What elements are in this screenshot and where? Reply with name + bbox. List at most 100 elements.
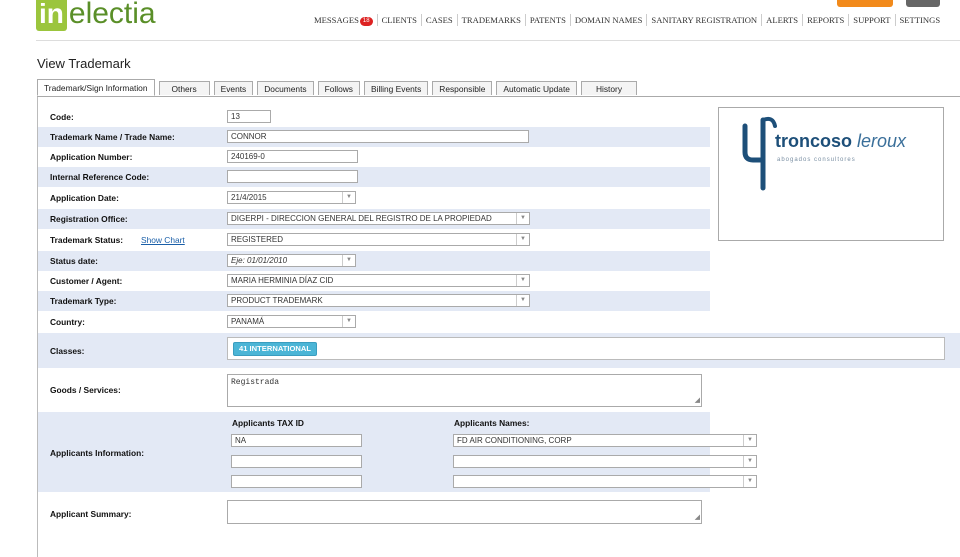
resize-grip-icon[interactable]: ◢	[695, 515, 700, 522]
registration-office-label: Registration Office:	[50, 214, 128, 224]
classes-label: Classes:	[50, 346, 85, 356]
chevron-down-icon: ▼	[516, 213, 529, 224]
nav-trademarks[interactable]: TRADEMARKS	[456, 14, 525, 26]
logo-text: electia	[68, 0, 156, 30]
code-field[interactable]: 13	[227, 110, 271, 123]
status-date-select[interactable]: Eje: 01/01/2010 ▼	[227, 254, 356, 267]
show-chart-link[interactable]: Show Chart	[141, 235, 185, 245]
application-date-label: Application Date:	[50, 193, 119, 203]
messages-count-badge: 18	[359, 16, 373, 26]
trademark-name-field[interactable]: CONNOR	[227, 130, 529, 143]
applicants-tax-header: Applicants TAX ID	[232, 418, 304, 428]
chevron-down-icon: ▼	[743, 435, 756, 446]
tab-events[interactable]: Events	[213, 81, 254, 95]
application-number-field[interactable]: 240169-0	[227, 150, 358, 163]
tab-billing-events[interactable]: Billing Events	[364, 81, 429, 95]
application-date-value: 21/4/2015	[231, 193, 267, 202]
logo-box: in	[36, 0, 67, 31]
goods-textarea[interactable]: Registrada ◢	[227, 374, 702, 407]
status-date-label: Status date:	[50, 256, 98, 266]
status-value: REGISTERED	[231, 235, 284, 244]
status-label: Trademark Status:	[50, 235, 124, 245]
applicants-names-header: Applicants Names:	[454, 418, 530, 428]
internal-reference-label: Internal Reference Code:	[50, 172, 150, 182]
application-number-label: Application Number:	[50, 152, 133, 162]
chevron-down-icon: ▼	[516, 295, 529, 306]
row-status: Trademark Status: Show Chart REGISTERED ▼	[38, 229, 710, 251]
customer-label: Customer / Agent:	[50, 276, 123, 286]
nav-settings[interactable]: SETTINGS	[894, 14, 945, 26]
applicant-name-select-3[interactable]: ▼	[453, 475, 757, 488]
country-select[interactable]: PANAMÁ ▼	[227, 315, 356, 328]
chevron-down-icon: ▼	[342, 255, 355, 266]
applicants-label: Applicants Information:	[50, 448, 144, 458]
customer-select[interactable]: MARIA HERMINIA DÍAZ CID ▼	[227, 274, 530, 287]
applicant-tax-field-3[interactable]	[231, 475, 362, 488]
nav-sanitary-registration[interactable]: SANITARY REGISTRATION	[646, 14, 761, 26]
row-goods: Goods / Services: Registrada ◢	[38, 368, 710, 412]
main-nav: MESSAGES 18 CLIENTS CASES TRADEMARKS PATE…	[314, 14, 944, 26]
row-country: Country: PANAMÁ ▼	[38, 311, 710, 333]
row-application-date: Application Date: 21/4/2015 ▼	[38, 187, 710, 209]
nav-clients[interactable]: CLIENTS	[376, 14, 421, 26]
row-summary: Applicant Summary: ◢	[38, 492, 710, 532]
tab-follows[interactable]: Follows	[317, 81, 360, 95]
nav-messages[interactable]: MESSAGES 18	[314, 14, 377, 26]
law-firm-tagline: abogados consultores	[777, 157, 856, 163]
registration-office-value: DIGERPI - DIRECCION GENERAL DEL REGISTRO…	[231, 214, 492, 223]
row-registration-office: Registration Office: DIGERPI - DIRECCION…	[38, 209, 710, 229]
goods-label: Goods / Services:	[50, 385, 121, 395]
tab-others[interactable]: Others	[158, 81, 210, 95]
class-chip[interactable]: 41 INTERNATIONAL	[233, 342, 318, 356]
internal-reference-field[interactable]	[227, 170, 358, 183]
type-label: Trademark Type:	[50, 296, 117, 306]
code-label: Code:	[50, 112, 74, 122]
tab-responsible[interactable]: Responsible	[432, 81, 493, 95]
tab-history[interactable]: History	[580, 81, 638, 95]
resize-grip-icon[interactable]: ◢	[695, 398, 700, 405]
chevron-down-icon: ▼	[516, 234, 529, 245]
tab-automatic-update[interactable]: Automatic Update	[496, 81, 577, 95]
chevron-down-icon: ▼	[743, 456, 756, 467]
chevron-down-icon: ▼	[516, 275, 529, 286]
chevron-down-icon: ▼	[342, 316, 355, 327]
application-date-select[interactable]: 21/4/2015 ▼	[227, 191, 356, 204]
logo-mark-left	[742, 123, 766, 163]
goods-value: Registrada	[231, 378, 280, 387]
chevron-down-icon: ▼	[743, 476, 756, 487]
client-logo-box: troncoso leroux abogados consultores	[718, 107, 944, 241]
nav-alerts[interactable]: ALERTS	[761, 14, 802, 26]
applicant-tax-field-2[interactable]	[231, 455, 362, 468]
nav-domain-names[interactable]: DOMAIN NAMES	[569, 14, 647, 26]
law-firm-name-bold: troncoso	[775, 131, 853, 151]
chevron-down-icon: ▼	[342, 192, 355, 203]
tab-trademark-sign-information[interactable]: Trademark/Sign Information	[37, 79, 155, 96]
applicant-name-value-1: FD AIR CONDITIONING, CORP	[457, 436, 572, 445]
nav-patents[interactable]: PATENTS	[524, 14, 570, 26]
app-logo[interactable]: in electia	[36, 0, 156, 32]
nav-cases[interactable]: CASES	[420, 14, 457, 26]
summary-textarea[interactable]: ◢	[227, 500, 702, 524]
registration-office-select[interactable]: DIGERPI - DIRECCION GENERAL DEL REGISTRO…	[227, 212, 530, 225]
orange-top-button[interactable]	[837, 0, 893, 7]
tab-documents[interactable]: Documents	[257, 81, 314, 95]
row-type: Trademark Type: PRODUCT TRADEMARK ▼	[38, 291, 710, 311]
top-bar: in electia MESSAGES 18 CLIENTS CASES TRAD…	[0, 0, 960, 40]
law-firm-name-light: leroux	[857, 131, 907, 151]
trademark-type-value: PRODUCT TRADEMARK	[231, 296, 323, 305]
nav-messages-label: MESSAGES	[314, 15, 359, 25]
trademark-type-select[interactable]: PRODUCT TRADEMARK ▼	[227, 294, 530, 307]
page-title: View Trademark	[37, 56, 131, 71]
applicant-name-select-2[interactable]: ▼	[453, 455, 757, 468]
troncoso-logo-image	[742, 116, 777, 191]
nav-reports[interactable]: REPORTS	[802, 14, 848, 26]
row-customer: Customer / Agent: MARIA HERMINIA DÍAZ CI…	[38, 271, 710, 291]
applicant-tax-field-1[interactable]: NA	[231, 434, 362, 447]
status-date-value: Eje: 01/01/2010	[231, 256, 288, 265]
applicant-name-select-1[interactable]: FD AIR CONDITIONING, CORP ▼	[453, 434, 757, 447]
classes-box[interactable]: 41 INTERNATIONAL	[227, 337, 945, 360]
header-divider	[36, 40, 960, 41]
status-select[interactable]: REGISTERED ▼	[227, 233, 530, 246]
nav-support[interactable]: SUPPORT	[848, 14, 894, 26]
gray-top-button[interactable]	[906, 0, 940, 7]
